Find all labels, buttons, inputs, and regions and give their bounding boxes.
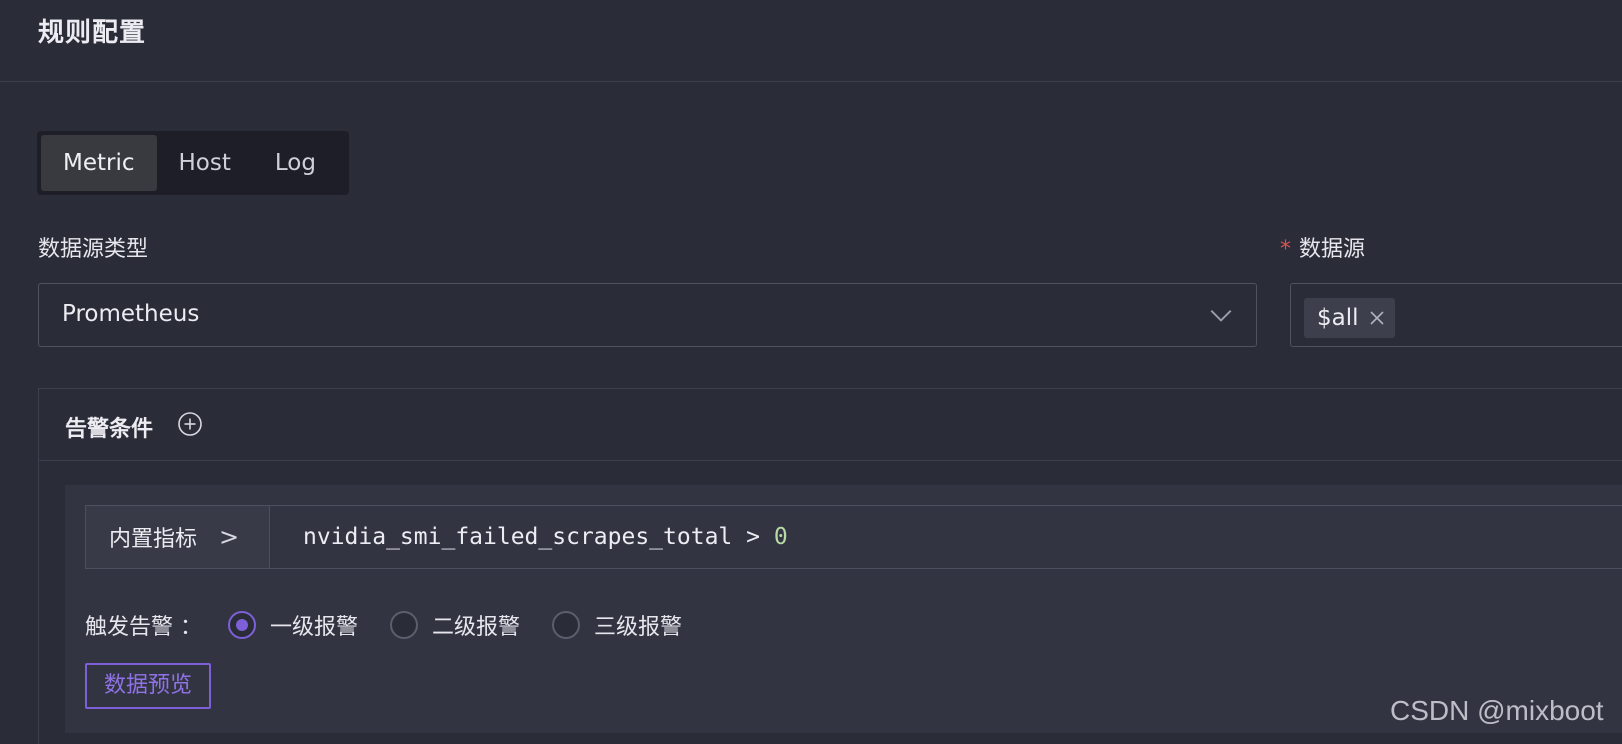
close-icon[interactable] (1369, 310, 1385, 326)
datasource-tag: $all (1304, 298, 1395, 338)
alert-conditions-header: 告警条件 (39, 389, 1622, 461)
query-input-group: 内置指标 > nvidia_smi_failed_scrapes_total >… (85, 505, 1622, 569)
trigger-label: 触发告警 ： (85, 615, 202, 640)
rule-config-page: 规则配置 Metric Host Log 数据源类型 Prometheus * 数… (0, 0, 1622, 744)
page-title: 规则配置 (38, 18, 147, 48)
query-expression: nvidia_smi_failed_scrapes_total > (303, 524, 774, 550)
alert-conditions-title: 告警条件 (65, 417, 154, 442)
radio-level-3-label: 三级报警 (594, 615, 683, 640)
datasource-multiselect[interactable]: $all (1290, 283, 1622, 347)
builtin-metric-button[interactable]: 内置指标 > (86, 506, 270, 568)
alert-conditions-panel: 告警条件 内置指标 > nvidia_smi_failed_scrapes_to… (38, 388, 1622, 744)
data-preview-button[interactable]: 数据预览 (85, 663, 211, 709)
datasource-type-value: Prometheus (62, 301, 200, 327)
radio-level-1-label: 一级报警 (270, 615, 359, 640)
datasource-label-text: 数据源 (1299, 237, 1366, 262)
radio-level-1[interactable]: 一级报警 (228, 609, 358, 641)
query-threshold: 0 (773, 524, 788, 550)
tab-host[interactable]: Host (157, 135, 253, 191)
watermark: CSDN @mixboot (1390, 695, 1604, 726)
datasource-type-label: 数据源类型 (38, 237, 149, 262)
page-header: 规则配置 (0, 0, 1622, 82)
radio-unchecked-icon (390, 611, 419, 639)
trigger-level-group: 触发告警 ： 一级报警 二级报警 三级报警 (85, 607, 714, 643)
radio-unchecked-icon (552, 611, 581, 639)
alert-condition-item: 内置指标 > nvidia_smi_failed_scrapes_total >… (65, 485, 1622, 733)
radio-level-2-label: 二级报警 (432, 615, 521, 640)
chevron-down-icon (1210, 309, 1232, 322)
builtin-metric-label: 内置指标 (109, 527, 198, 552)
tab-log[interactable]: Log (253, 135, 338, 191)
plus-circle-icon[interactable] (177, 411, 203, 437)
radio-level-2[interactable]: 二级报警 (390, 609, 520, 641)
datasource-type-select[interactable]: Prometheus (38, 283, 1257, 347)
required-mark: * (1280, 237, 1291, 262)
datasource-tag-label: $all (1317, 305, 1359, 331)
radio-level-3[interactable]: 三级报警 (552, 609, 682, 641)
radio-checked-icon (228, 611, 256, 639)
tab-metric[interactable]: Metric (41, 135, 157, 191)
datasource-label: * 数据源 (1280, 231, 1365, 263)
chevron-right-icon: > (219, 523, 240, 551)
promql-editor[interactable]: nvidia_smi_failed_scrapes_total > 0 (270, 506, 788, 568)
type-segmented-control: Metric Host Log (37, 131, 349, 195)
